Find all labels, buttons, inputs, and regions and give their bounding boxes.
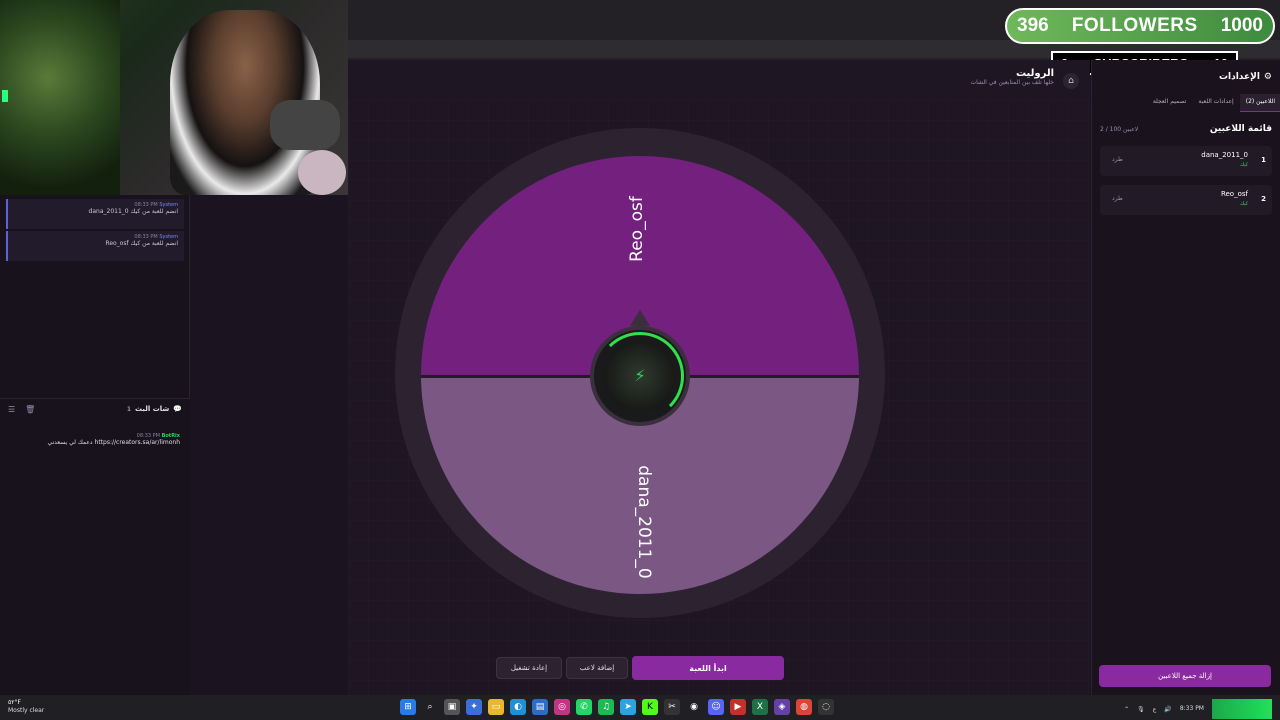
settings-tabs: اللاعبين (2) إعدادات اللعبة تصميم العجلة — [1092, 94, 1280, 112]
player-source: كيك — [1239, 201, 1248, 207]
language-indicator[interactable]: ع — [1153, 706, 1157, 713]
kick-icon[interactable]: K — [642, 699, 658, 715]
taskbar: ٥٢°F Mostly clear ⊞ ⌕ ▣ ✦ ▭ ◐ ▤ ◎ ✆ ♫ ➤ … — [0, 695, 1280, 720]
discord-icon[interactable]: ☺ — [708, 699, 724, 715]
player-row: 1 dana_2011_0 كيك طرد — [1100, 146, 1272, 176]
menu-icon[interactable]: ☰ — [8, 405, 15, 414]
clock[interactable]: 8:33 PM — [1180, 705, 1204, 713]
led-light — [2, 90, 8, 102]
segment-label-1: Reo_osf — [627, 196, 647, 262]
media-icon[interactable]: ▶ — [730, 699, 746, 715]
volume-icon[interactable]: 🔊 — [1164, 706, 1171, 713]
system-message: 08:33 PM System dana_2011_0 انضم للعبة م… — [6, 199, 184, 229]
weather-widget[interactable]: ٥٢°F Mostly clear — [8, 699, 44, 715]
obs-icon[interactable]: ◉ — [686, 699, 702, 715]
file-explorer-icon[interactable]: ▭ — [488, 699, 504, 715]
home-icon[interactable]: ⌂ — [1063, 73, 1079, 89]
capcut-icon[interactable]: ✂ — [664, 699, 680, 715]
system-message-text: dana_2011_0 انضم للعبة من كيك — [88, 208, 178, 215]
segment-label-2: dana_2011_0 — [634, 465, 654, 579]
player-source: كيك — [1239, 162, 1248, 168]
webcam-feed — [0, 0, 348, 195]
chat-count-badge: 1 — [126, 405, 131, 413]
instagram-icon[interactable]: ◎ — [554, 699, 570, 715]
chat-header: 1 شات البث 💬 — [127, 405, 182, 413]
microphone-icon[interactable]: 🎙 — [1137, 706, 1145, 713]
notification-overlay — [1212, 699, 1272, 719]
settings-title: الإعدادات — [1218, 72, 1260, 82]
search-icon[interactable]: ⌕ — [422, 699, 438, 715]
chrome-icon[interactable]: ◍ — [796, 699, 812, 715]
weather-desc: Mostly clear — [8, 707, 45, 714]
copilot-icon[interactable]: ✦ — [466, 699, 482, 715]
spotify-icon[interactable]: ♫ — [598, 699, 614, 715]
player-number: 2 — [1261, 195, 1266, 203]
edge-icon[interactable]: ◐ — [510, 699, 526, 715]
kick-logo-icon: ⚡ — [604, 340, 676, 412]
store-icon[interactable]: ▤ — [532, 699, 548, 715]
task-view-icon[interactable]: ▣ — [444, 699, 460, 715]
telegram-icon[interactable]: ➤ — [620, 699, 636, 715]
chat-icon: 💬 — [173, 405, 182, 413]
microphone — [270, 100, 340, 150]
chat-message: 08:33 PM BotRix دعمك لي يسعدني https://c… — [10, 433, 180, 446]
chat-title: شات البث — [135, 405, 170, 413]
settings-panel: الإعدادات ⚙ اللاعبين (2) إعدادات اللعبة … — [1091, 60, 1280, 695]
players-count: 2 / 100 لاعبين — [1100, 126, 1139, 133]
game-title: الروليت — [1015, 68, 1054, 79]
restart-button[interactable]: إعادة تشغيل — [496, 657, 562, 679]
taskbar-apps: ⊞ ⌕ ▣ ✦ ▭ ◐ ▤ ◎ ✆ ♫ ➤ K ✂ ◉ ☺ ▶ X ◈ ◍ ◌ — [400, 699, 834, 715]
kick-player-button[interactable]: طرد — [1112, 156, 1123, 163]
kick-player-button[interactable]: طرد — [1112, 195, 1123, 202]
system-message-text: Reo_osf انضم للعبة من كيك — [105, 240, 178, 247]
excel-icon[interactable]: X — [752, 699, 768, 715]
game-subtitle: خلها تلف بين المتابعين في الشات — [970, 79, 1054, 86]
add-player-button[interactable]: إضافة لاعب — [566, 657, 628, 679]
plush-toy — [298, 150, 346, 195]
system-message: 08:33 PM System Reo_osf انضم للعبة من كي… — [6, 231, 184, 261]
windows-start-icon[interactable]: ⊞ — [400, 699, 416, 715]
followers-label: FOLLOWERS — [1071, 15, 1198, 36]
chevron-up-icon[interactable]: ⌃ — [1124, 706, 1129, 713]
remove-all-players-button[interactable]: إزالة جميع اللاعبين — [1099, 665, 1271, 687]
tab-players[interactable]: اللاعبين (2) — [1239, 94, 1280, 112]
trash-icon[interactable]: 🗑 — [25, 405, 35, 414]
tab-wheel-design[interactable]: تصميم العجلة — [1147, 94, 1193, 112]
start-game-button[interactable]: ابدأ اللعبة — [632, 656, 784, 680]
players-list-title: قائمة اللاعبين — [1209, 124, 1272, 134]
followers-goal-overlay: 396 FOLLOWERS 1000 — [1005, 8, 1275, 44]
settings-header: الإعدادات ⚙ — [1219, 72, 1272, 82]
player-name: dana_2011_0 — [1201, 151, 1248, 159]
gear-icon: ⚙ — [1263, 72, 1272, 82]
active-app-icon[interactable]: ◌ — [818, 699, 834, 715]
kick-chat-panel: ☰ 🗑 1 شات البث 💬 08:33 PM BotRix دعمك لي… — [0, 398, 190, 695]
whatsapp-icon[interactable]: ✆ — [576, 699, 592, 715]
tab-game-settings[interactable]: إعدادات اللعبة — [1192, 94, 1239, 112]
player-name: Reo_osf — [1220, 190, 1248, 198]
player-number: 1 — [1261, 156, 1266, 164]
player-row: 2 Reo_osf كيك طرد — [1100, 185, 1272, 215]
system-tray: ⌃ 🎙 ع 🔊 8:33 PM — [1124, 699, 1272, 719]
clock-time: 8:33 PM — [1179, 705, 1204, 712]
chat-message-text: دعمك لي يسعدني https://creators.sa/ar/li… — [47, 439, 180, 446]
followers-goal: 1000 — [1220, 15, 1263, 36]
plant-decor — [0, 0, 120, 195]
stream-tool-icon[interactable]: ◈ — [774, 699, 790, 715]
followers-current: 396 — [1017, 15, 1049, 36]
weather-temp: ٥٢°F — [8, 699, 21, 706]
game-header: الروليت خلها تلف بين المتابعين في الشات — [971, 68, 1054, 86]
wheel-pointer — [630, 310, 650, 326]
